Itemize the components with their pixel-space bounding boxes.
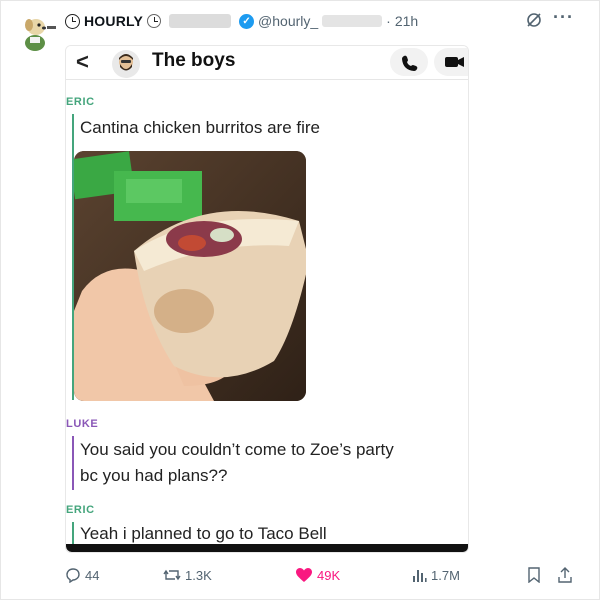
retweet-count: 1.3K [185, 567, 212, 583]
author-avatar[interactable] [19, 13, 57, 53]
sender-label: ERIC [66, 504, 95, 516]
sender-label: LUKE [66, 418, 99, 430]
reply-icon [65, 567, 81, 583]
views-icon [411, 567, 427, 583]
redacted-handle [322, 15, 383, 27]
like-count: 49K [317, 567, 341, 583]
phone-icon [390, 48, 428, 76]
video-icon [434, 48, 468, 76]
message-text: You said you couldn’t come to Zoe’s part… [80, 440, 394, 459]
like-button[interactable]: 49K [295, 567, 340, 583]
message-text: bc you had plans?? [80, 466, 228, 485]
retweet-icon [163, 567, 181, 583]
tweet[interactable]: HOURLY ✓ @hourly_ · 21h ··· < The boys E… [0, 0, 600, 600]
handle[interactable]: @hourly_ [258, 13, 318, 29]
back-icon: < [76, 49, 89, 74]
attached-image[interactable]: < The boys ERIC Cantina chicken burritos… [65, 45, 469, 553]
display-name[interactable]: HOURLY [84, 13, 143, 29]
message-text: Cantina chicken burritos are fire [80, 118, 321, 137]
views-button[interactable]: 1.7M [411, 567, 460, 583]
share-button[interactable] [557, 567, 573, 583]
action-bar: 44 1.3K 49K 1.7M [65, 567, 585, 587]
card-bottom-edge [66, 544, 468, 552]
message-bar [72, 436, 74, 490]
clock-icon [147, 14, 162, 28]
views-count: 1.7M [431, 567, 460, 583]
bookmark-icon [527, 567, 541, 583]
clock-icon [65, 13, 80, 29]
group-avatar [112, 50, 140, 78]
timestamp[interactable]: 21h [395, 13, 418, 29]
separator: · [386, 13, 391, 29]
redacted-name [169, 14, 232, 28]
verified-badge-icon: ✓ [239, 13, 255, 29]
bookmark-button[interactable] [527, 567, 541, 583]
message-text: Yeah i planned to go to Taco Bell [80, 524, 327, 543]
grok-icon[interactable] [526, 12, 542, 33]
chat-topbar: < The boys [66, 46, 468, 80]
sender-label: ERIC [66, 96, 95, 108]
chat-title: The boys [152, 50, 236, 71]
retweet-button[interactable]: 1.3K [163, 567, 212, 583]
like-icon [295, 567, 313, 583]
reply-button[interactable]: 44 [65, 567, 99, 583]
tweet-header: HOURLY ✓ @hourly_ · 21h [65, 11, 418, 31]
reply-count: 44 [85, 567, 100, 583]
share-icon [557, 567, 573, 583]
more-icon[interactable]: ··· [553, 7, 574, 28]
burrito-photo [74, 151, 306, 401]
